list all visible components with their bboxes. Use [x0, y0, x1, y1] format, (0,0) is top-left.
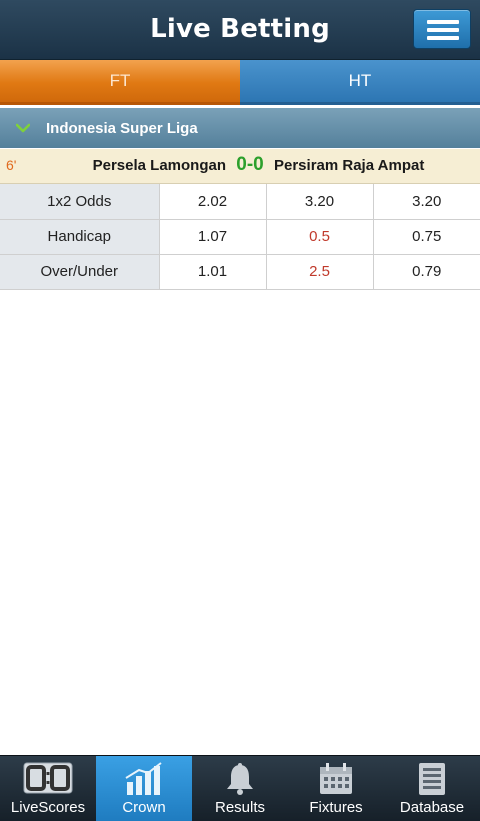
- league-header[interactable]: Indonesia Super Liga: [0, 108, 480, 148]
- odds-table: 1x2 Odds 2.02 3.20 3.20 Handicap 1.07 0.…: [0, 184, 480, 290]
- table-row: Handicap 1.07 0.5 0.75: [0, 219, 480, 255]
- scoreboard-icon: [23, 762, 73, 794]
- away-team: Persiram Raja Ampat: [274, 157, 425, 174]
- odds-label: Handicap: [0, 219, 160, 255]
- nav-results[interactable]: Results: [192, 756, 288, 821]
- tab-ft[interactable]: FT: [0, 60, 240, 105]
- period-tabs: FT HT: [0, 60, 480, 105]
- nav-label: Database: [399, 799, 465, 816]
- app-header: Live Betting: [0, 0, 480, 60]
- odds-value[interactable]: 2.02: [159, 184, 267, 220]
- nav-label: Crown: [122, 799, 166, 816]
- page-title: Live Betting: [150, 14, 330, 44]
- match-score: 0-0: [236, 154, 264, 175]
- odds-value[interactable]: 0.75: [373, 219, 480, 255]
- nav-livescores[interactable]: LiveScores: [0, 756, 96, 821]
- nav-label: LiveScores: [10, 799, 86, 816]
- bottom-nav: LiveScores Crown Results Fixtures Databa…: [0, 755, 480, 821]
- nav-label: Results: [214, 799, 266, 816]
- over-under-line[interactable]: 2.5: [266, 254, 374, 290]
- match-minute: 6': [6, 157, 17, 173]
- bell-icon: [227, 763, 253, 795]
- nav-crown[interactable]: Crown: [96, 756, 192, 821]
- odds-value[interactable]: 0.79: [373, 254, 480, 290]
- chevron-down-icon: [16, 123, 30, 133]
- odds-label: Over/Under: [0, 254, 160, 290]
- hamburger-icon: [427, 20, 459, 24]
- table-row: 1x2 Odds 2.02 3.20 3.20: [0, 184, 480, 220]
- league-name: Indonesia Super Liga: [46, 119, 198, 137]
- odds-label: 1x2 Odds: [0, 184, 160, 220]
- nav-label: Fixtures: [309, 799, 363, 816]
- hamburger-icon-bar: [427, 28, 459, 32]
- nav-database[interactable]: Database: [384, 756, 480, 821]
- nav-fixtures[interactable]: Fixtures: [288, 756, 384, 821]
- odds-value[interactable]: 1.01: [159, 254, 267, 290]
- bar-chart-icon: [125, 762, 162, 795]
- hamburger-icon-bar: [427, 36, 459, 40]
- odds-value[interactable]: 1.07: [159, 219, 267, 255]
- odds-value[interactable]: 3.20: [373, 184, 480, 220]
- home-team: Persela Lamongan: [92, 157, 226, 174]
- tab-ht[interactable]: HT: [240, 60, 480, 105]
- table-row: Over/Under 1.01 2.5 0.79: [0, 254, 480, 290]
- match-row[interactable]: 6' Persela Lamongan 0-0 Persiram Raja Am…: [0, 149, 480, 184]
- database-icon: [419, 763, 445, 795]
- menu-button[interactable]: [413, 9, 471, 49]
- handicap-line[interactable]: 0.5: [266, 219, 374, 255]
- calendar-icon: [320, 763, 352, 794]
- odds-value[interactable]: 3.20: [266, 184, 374, 220]
